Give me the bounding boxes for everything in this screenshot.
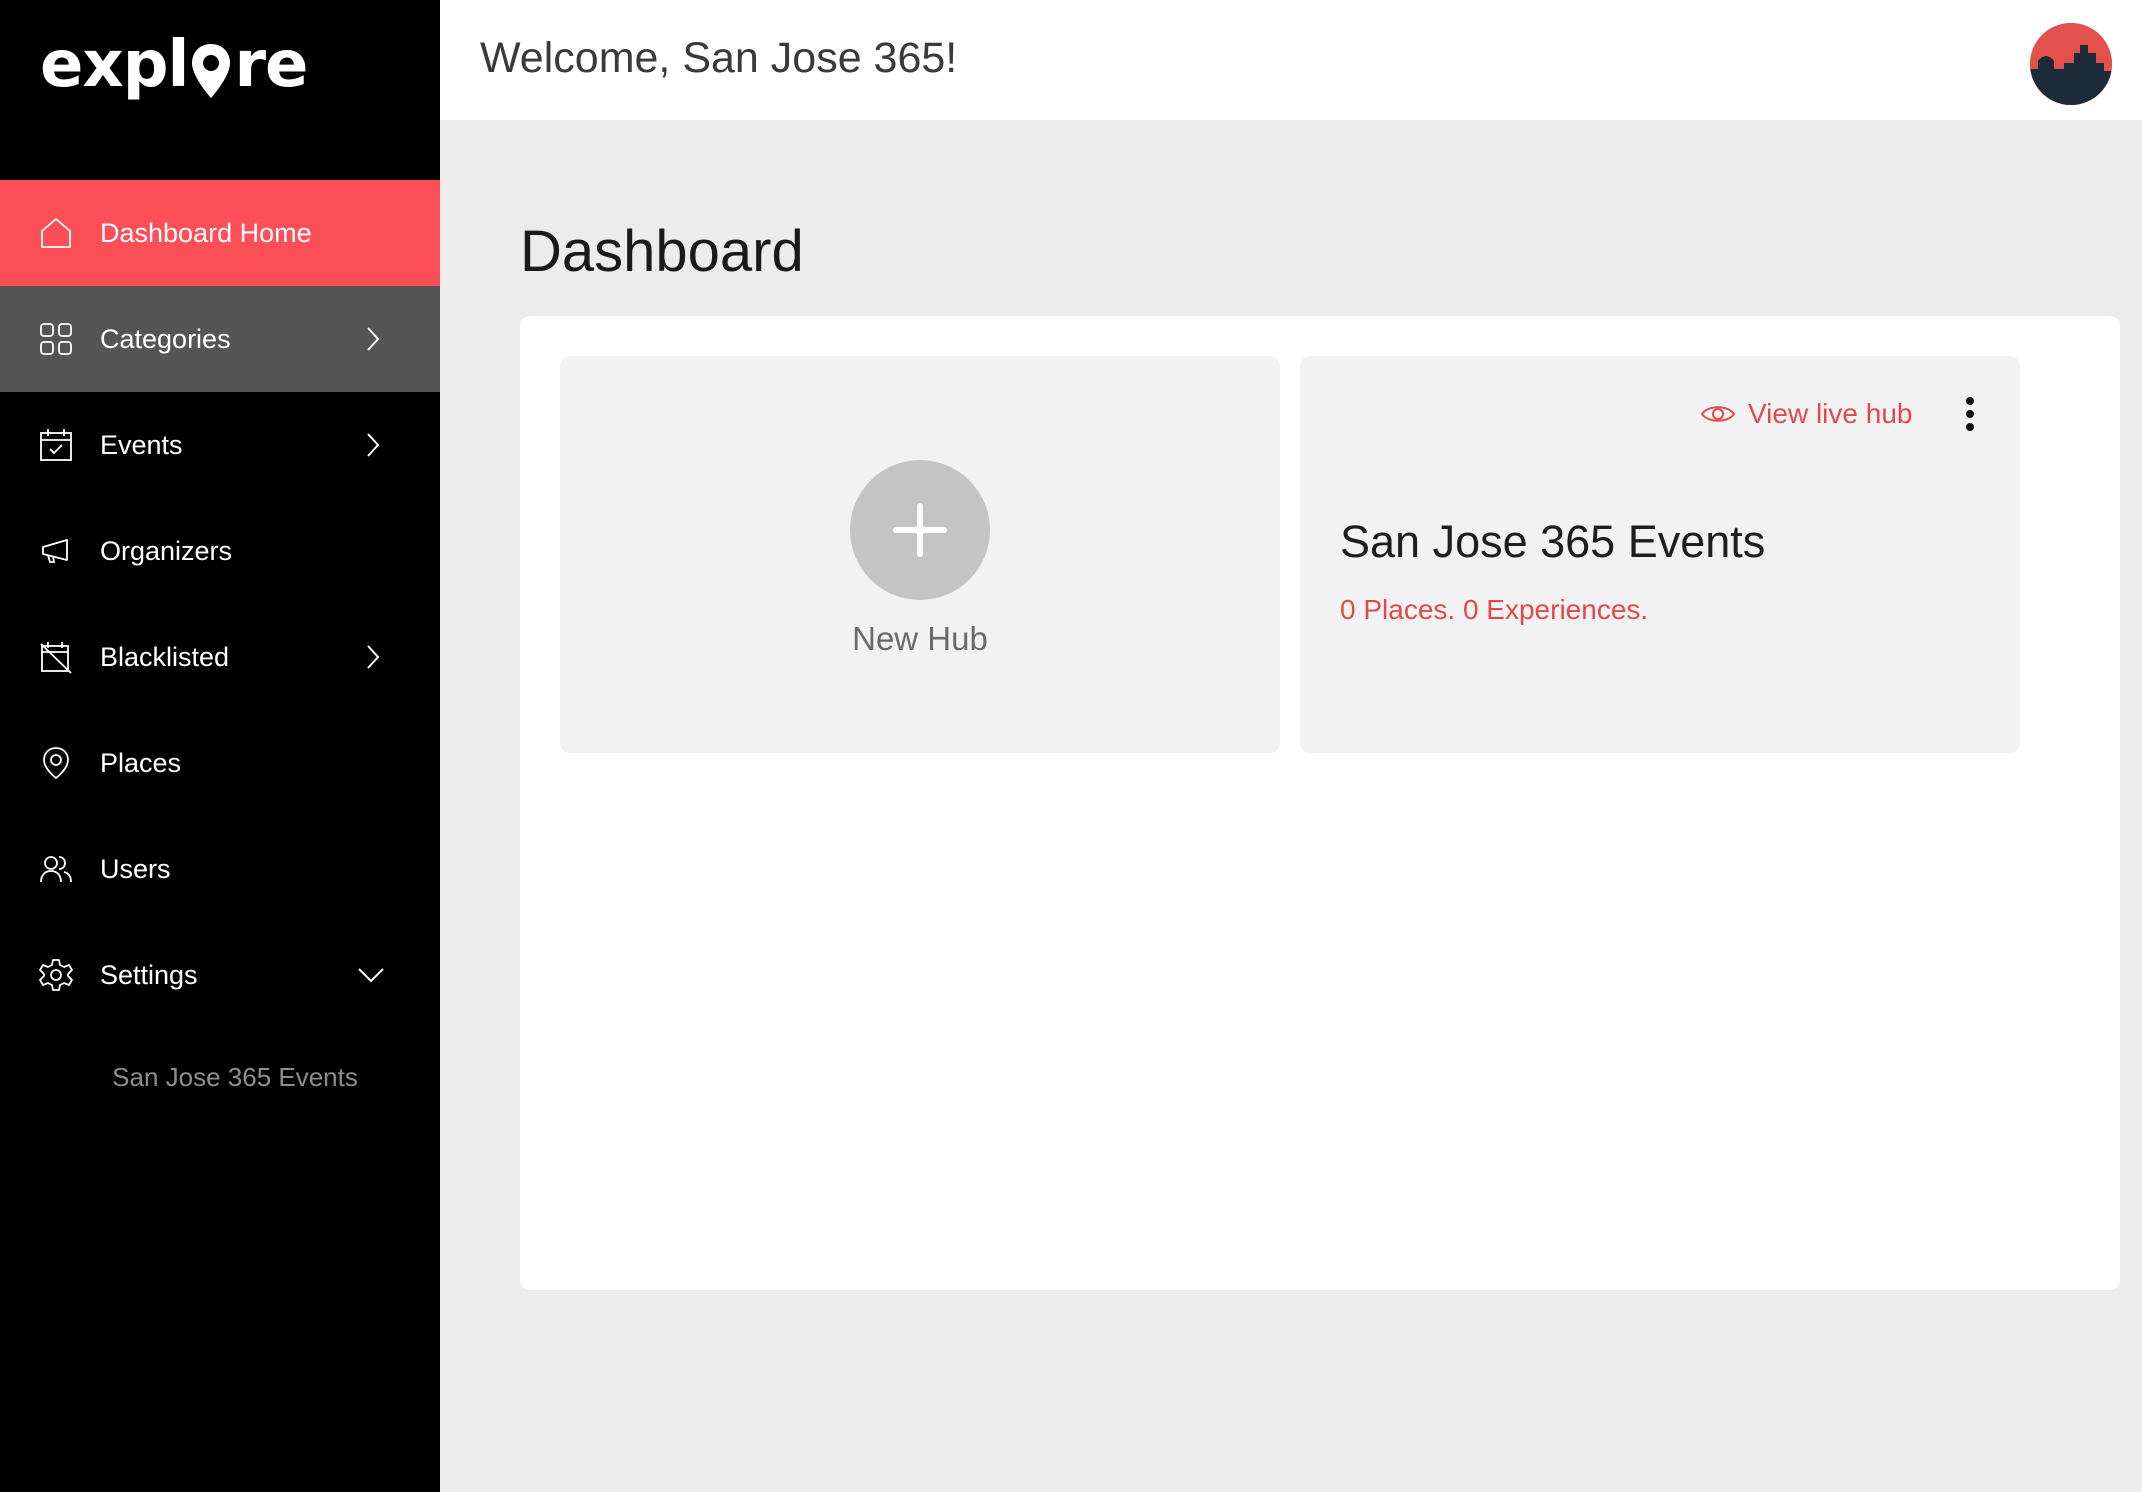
- view-live-hub-label: View live hub: [1748, 398, 1913, 429]
- sidebar-item-label: Events: [100, 429, 183, 460]
- sidebar: expl re Dashboard Home Categories Events…: [0, 0, 440, 1492]
- sidebar-item-label: Organizers: [100, 535, 233, 566]
- new-hub-label: New Hub: [852, 620, 988, 657]
- sidebar-item-events[interactable]: Events: [0, 392, 440, 498]
- location-pin-icon: [38, 745, 74, 781]
- more-options-icon[interactable]: [1960, 394, 1980, 434]
- hub-stats: 0 Places. 0 Experiences.: [1340, 594, 1649, 625]
- sidebar-item-dashboard-home[interactable]: Dashboard Home: [0, 180, 440, 286]
- chevron-right-icon: [362, 325, 384, 353]
- logo-pin-icon: [190, 42, 232, 100]
- gear-icon: [38, 957, 74, 993]
- view-live-hub-link[interactable]: View live hub: [1700, 394, 1912, 434]
- chevron-right-icon: [362, 431, 384, 459]
- plus-icon: [893, 503, 947, 557]
- calendar-check-icon: [38, 427, 74, 463]
- megaphone-icon: [38, 533, 74, 569]
- hub-card[interactable]: View live hub San Jose 365 Events 0 Plac…: [1300, 356, 2020, 753]
- page-title: Dashboard: [520, 219, 804, 284]
- calendar-blocked-icon: [38, 639, 74, 675]
- logo-text-right: re: [234, 28, 308, 102]
- sidebar-item-label: Dashboard Home: [100, 217, 312, 248]
- grid-icon: [38, 321, 74, 357]
- chevron-down-icon: [356, 964, 386, 986]
- sidebar-item-label: Categories: [100, 323, 231, 354]
- top-bar: Welcome, San Jose 365!: [440, 0, 2142, 120]
- avatar[interactable]: [2030, 23, 2112, 105]
- sidebar-item-label: Users: [100, 853, 171, 884]
- logo-text-left: expl: [40, 28, 189, 102]
- app-root: expl re Dashboard Home Categories Events…: [0, 0, 2142, 1492]
- home-icon: [38, 215, 74, 251]
- chevron-right-icon: [362, 643, 384, 671]
- sidebar-item-label: Settings: [100, 959, 198, 990]
- new-hub-card[interactable]: New Hub: [560, 356, 1280, 753]
- users-icon: [38, 851, 74, 887]
- hub-name: San Jose 365 Events: [1340, 516, 1766, 567]
- sidebar-item-label: Blacklisted: [100, 641, 230, 672]
- sidebar-nav: Dashboard Home Categories Events Organiz…: [0, 180, 440, 1028]
- new-hub-button[interactable]: [850, 460, 990, 600]
- sidebar-item-organizers[interactable]: Organizers: [0, 498, 440, 604]
- sidebar-item-label: Places: [100, 747, 182, 778]
- settings-subitem-hub[interactable]: San Jose 365 Events: [0, 1062, 470, 1093]
- eye-icon: [1700, 401, 1738, 427]
- sidebar-item-places[interactable]: Places: [0, 710, 440, 816]
- sidebar-item-users[interactable]: Users: [0, 816, 440, 922]
- sidebar-item-categories[interactable]: Categories: [0, 286, 440, 392]
- sidebar-item-settings[interactable]: Settings: [0, 922, 440, 1028]
- welcome-message: Welcome, San Jose 365!: [480, 34, 958, 82]
- hubs-panel: New Hub View live hub San Jose 365 Event…: [520, 316, 2120, 1290]
- explore-logo[interactable]: expl re: [40, 28, 308, 102]
- sidebar-item-blacklisted[interactable]: Blacklisted: [0, 604, 440, 710]
